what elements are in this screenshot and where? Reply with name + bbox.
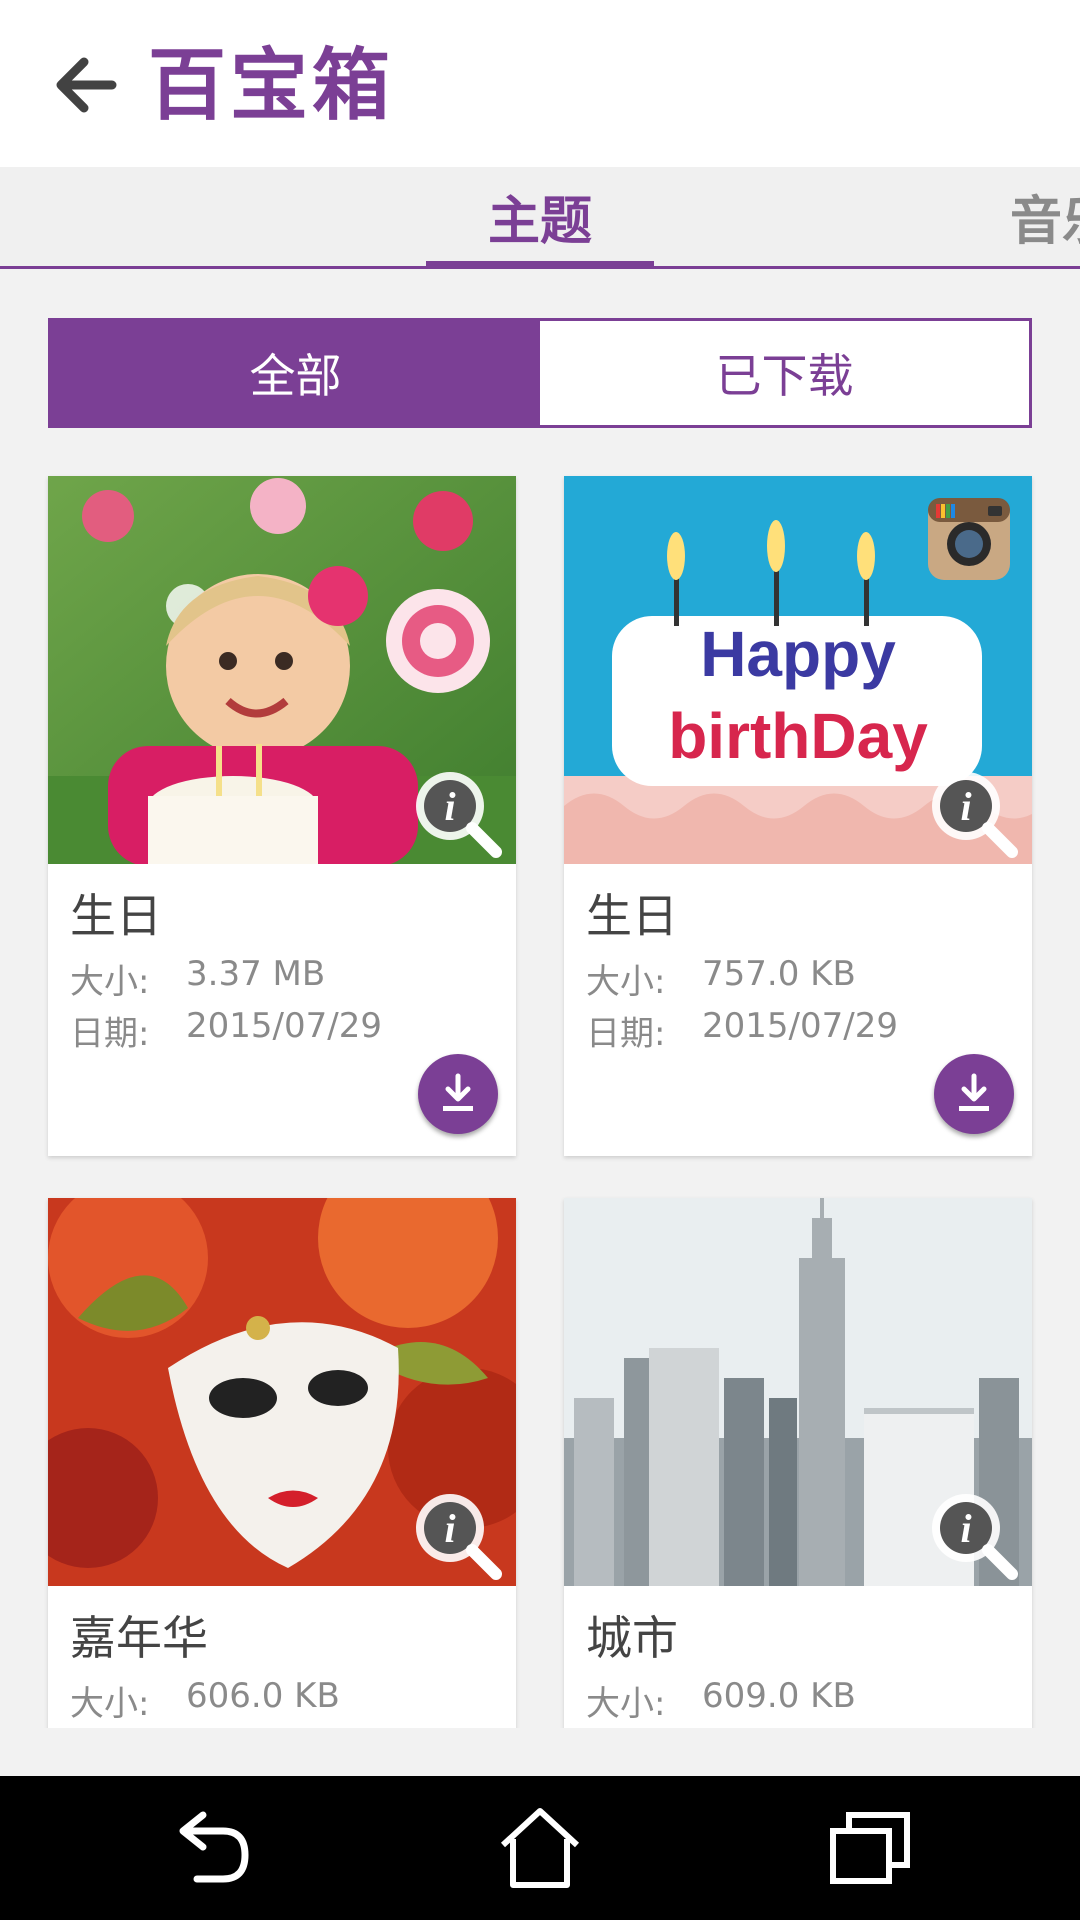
svg-text:i: i bbox=[444, 784, 455, 829]
card-date-row: 日期: 2015/07/29 bbox=[586, 1006, 898, 1055]
page-title: 百宝箱 bbox=[148, 41, 395, 131]
filter-segment: 全部 已下载 bbox=[48, 318, 1032, 428]
back-icon bbox=[179, 1811, 249, 1883]
arrow-left-icon bbox=[56, 57, 117, 113]
app-root: 百宝箱 主题 音乐 全部 已下载 bbox=[0, 0, 1080, 1920]
theme-card[interactable]: i 城市 大小: 609.0 KB 日期: bbox=[564, 1198, 1032, 1728]
instagram-icon bbox=[928, 498, 1010, 580]
date-label: 日期: bbox=[70, 1014, 150, 1054]
download-icon bbox=[443, 1073, 473, 1111]
size-label: 大小: bbox=[586, 962, 666, 1002]
card-size-row: 大小: 757.0 KB bbox=[586, 954, 856, 1003]
card-title: 城市 bbox=[586, 1611, 678, 1665]
filter-downloaded-button[interactable]: 已下载 bbox=[540, 321, 1029, 425]
info-magnifier-icon[interactable]: i bbox=[410, 1488, 504, 1582]
card-title: 嘉年华 bbox=[70, 1611, 208, 1665]
date-value: 2015/07/29 bbox=[702, 1006, 898, 1046]
nav-back-button[interactable] bbox=[160, 1802, 260, 1892]
tab-theme-label: 主题 bbox=[487, 192, 592, 252]
svg-text:i: i bbox=[960, 1506, 971, 1551]
info-magnifier-icon[interactable]: i bbox=[926, 766, 1020, 860]
download-icon bbox=[959, 1073, 989, 1111]
svg-text:birthDay: birthDay bbox=[668, 700, 928, 772]
tab-bar: 主题 音乐 bbox=[0, 167, 1080, 269]
size-label: 大小: bbox=[70, 962, 150, 1002]
theme-card[interactable]: i 生日 大小: 3.37 MB 日期: 2015/07/29 bbox=[48, 476, 516, 1156]
theme-card[interactable]: i 嘉年华 大小: 606.0 KB 日期: bbox=[48, 1198, 516, 1728]
download-button[interactable] bbox=[934, 1054, 1014, 1134]
svg-text:i: i bbox=[444, 1506, 455, 1551]
system-nav-bar bbox=[0, 1776, 1080, 1920]
size-value: 606.0 KB bbox=[186, 1676, 340, 1716]
tab-indicator bbox=[426, 261, 654, 266]
size-value: 757.0 KB bbox=[702, 954, 856, 994]
info-magnifier-icon[interactable]: i bbox=[410, 766, 504, 860]
size-value: 3.37 MB bbox=[186, 954, 326, 994]
recents-icon bbox=[830, 1812, 910, 1884]
card-title: 生日 bbox=[70, 889, 162, 943]
app-header: 百宝箱 bbox=[0, 0, 1080, 167]
download-button[interactable] bbox=[418, 1054, 498, 1134]
size-value: 609.0 KB bbox=[702, 1676, 856, 1716]
back-button[interactable] bbox=[40, 40, 130, 130]
card-date-row: 日期: 2015/07/29 bbox=[70, 1006, 382, 1055]
theme-grid: i 生日 大小: 3.37 MB 日期: 2015/07/29 Happy bi… bbox=[0, 470, 1080, 1728]
date-value: 2015/07/29 bbox=[186, 1006, 382, 1046]
card-title: 生日 bbox=[586, 889, 678, 943]
nav-recents-button[interactable] bbox=[820, 1802, 920, 1892]
nav-home-button[interactable] bbox=[490, 1802, 590, 1892]
svg-text:Happy: Happy bbox=[700, 618, 896, 690]
card-size-row: 大小: 3.37 MB bbox=[70, 954, 325, 1003]
card-size-row: 大小: 606.0 KB bbox=[70, 1676, 340, 1725]
size-label: 大小: bbox=[586, 1684, 666, 1724]
tab-theme[interactable]: 主题 bbox=[426, 167, 654, 266]
tab-music-label: 音乐 bbox=[1010, 192, 1080, 252]
date-label: 日期: bbox=[586, 1014, 666, 1054]
svg-text:i: i bbox=[960, 784, 971, 829]
filter-all-button[interactable]: 全部 bbox=[51, 321, 540, 425]
theme-card[interactable]: Happy birthDay i 生日 大小: 757.0 KB 日期: 201… bbox=[564, 476, 1032, 1156]
home-icon bbox=[500, 1808, 580, 1888]
card-size-row: 大小: 609.0 KB bbox=[586, 1676, 856, 1725]
info-magnifier-icon[interactable]: i bbox=[926, 1488, 1020, 1582]
size-label: 大小: bbox=[70, 1684, 150, 1724]
tab-music[interactable]: 音乐 bbox=[1010, 167, 1080, 266]
